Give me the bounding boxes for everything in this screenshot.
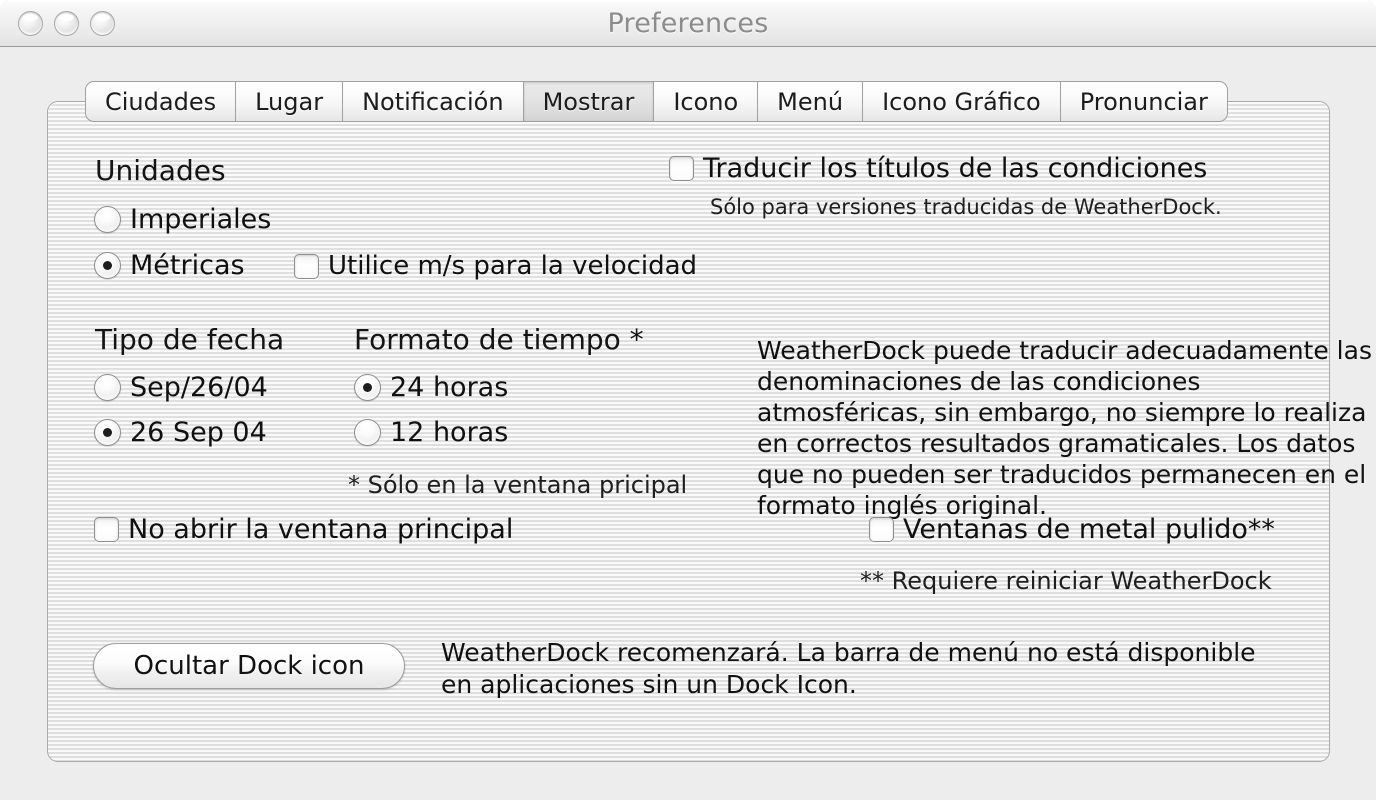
date-format-heading: Tipo de fecha (95, 323, 285, 356)
time-format-footnote: * Sólo en la ventana pricipal (348, 471, 688, 499)
tab-mostrar[interactable]: Mostrar (523, 81, 655, 122)
checkbox-translate-conditions-box[interactable] (669, 156, 694, 181)
tab-pronunciar-label: Pronunciar (1079, 87, 1208, 116)
radio-metric-indicator[interactable] (94, 252, 121, 279)
radio-24h-label: 24 horas (390, 372, 509, 403)
dock-icon-description: WeatherDock recomenzará. La barra de men… (441, 638, 1256, 699)
tab-icono-grafico[interactable]: Icono Gráfico (863, 81, 1061, 122)
time-format-heading: Formato de tiempo * (354, 323, 644, 356)
checkbox-ms-speed-label: Utilice m/s para la velocidad (328, 251, 698, 281)
tab-ciudades-label: Ciudades (105, 87, 217, 116)
radio-24h-indicator[interactable] (354, 374, 381, 401)
tab-pronunciar[interactable]: Pronunciar (1060, 81, 1228, 122)
tab-icono[interactable]: Icono (654, 81, 759, 122)
tab-lugar-label: Lugar (255, 87, 324, 116)
checkbox-ms-speed-box[interactable] (294, 253, 319, 279)
metal-footnote: ** Requiere reiniciar WeatherDock (860, 567, 1272, 595)
checkbox-metal-windows[interactable]: Ventanas de metal pulido** (869, 516, 1275, 543)
tab-mostrar-label: Mostrar (542, 87, 635, 116)
tab-ciudades[interactable]: Ciudades (85, 81, 237, 122)
title-bar: Preferences (0, 0, 1376, 47)
radio-date-slash-label: Sep/26/04 (130, 372, 268, 403)
checkbox-metal-windows-box[interactable] (869, 517, 894, 542)
checkbox-metal-windows-label: Ventanas de metal pulido** (903, 514, 1275, 545)
preferences-window: Preferences Unidades Imperiales Métricas… (0, 0, 1376, 800)
tab-notificacion[interactable]: Notificación (343, 81, 524, 122)
tab-menu[interactable]: Menú (758, 81, 864, 122)
radio-12h-indicator[interactable] (354, 419, 381, 446)
hide-dock-icon-button[interactable]: Ocultar Dock icon (93, 643, 405, 689)
units-heading: Unidades (95, 154, 226, 187)
tab-icono-grafico-label: Icono Gráfico (882, 87, 1041, 116)
tab-lugar[interactable]: Lugar (236, 81, 344, 122)
radio-date-slash-indicator[interactable] (94, 374, 121, 401)
radio-date-spaced[interactable]: 26 Sep 04 (94, 419, 267, 446)
tab-notificacion-label: Notificación (362, 87, 504, 116)
radio-metric-label: Métricas (130, 250, 245, 281)
checkbox-ms-speed[interactable]: Utilice m/s para la velocidad (294, 253, 697, 279)
tab-bar: Ciudades Lugar Notificación Mostrar Icon… (85, 81, 1228, 122)
radio-12h-label: 12 horas (390, 417, 509, 448)
radio-date-spaced-label: 26 Sep 04 (130, 417, 267, 448)
radio-date-slash[interactable]: Sep/26/04 (94, 374, 268, 401)
radio-date-spaced-indicator[interactable] (94, 419, 121, 446)
window-title: Preferences (607, 8, 769, 39)
radio-12h[interactable]: 12 horas (354, 419, 508, 446)
checkbox-no-main-window[interactable]: No abrir la ventana principal (94, 516, 513, 543)
radio-imperial[interactable]: Imperiales (94, 206, 271, 233)
radio-metric[interactable]: Métricas (94, 252, 245, 279)
radio-24h[interactable]: 24 horas (354, 374, 508, 401)
radio-imperial-indicator[interactable] (94, 206, 121, 233)
checkbox-translate-conditions-label: Traducir los títulos de las condiciones (703, 153, 1208, 184)
checkbox-translate-conditions[interactable]: Traducir los títulos de las condiciones (669, 155, 1207, 182)
tab-menu-label: Menú (777, 87, 844, 116)
checkbox-no-main-window-label: No abrir la ventana principal (128, 514, 514, 545)
checkbox-no-main-window-box[interactable] (94, 517, 119, 542)
translate-subtitle: Sólo para versiones traducidas de Weathe… (710, 195, 1222, 219)
translate-description: WeatherDock puede traducir adecuadamente… (757, 336, 1372, 520)
tab-icono-label: Icono (673, 87, 739, 116)
radio-imperial-label: Imperiales (130, 204, 272, 235)
